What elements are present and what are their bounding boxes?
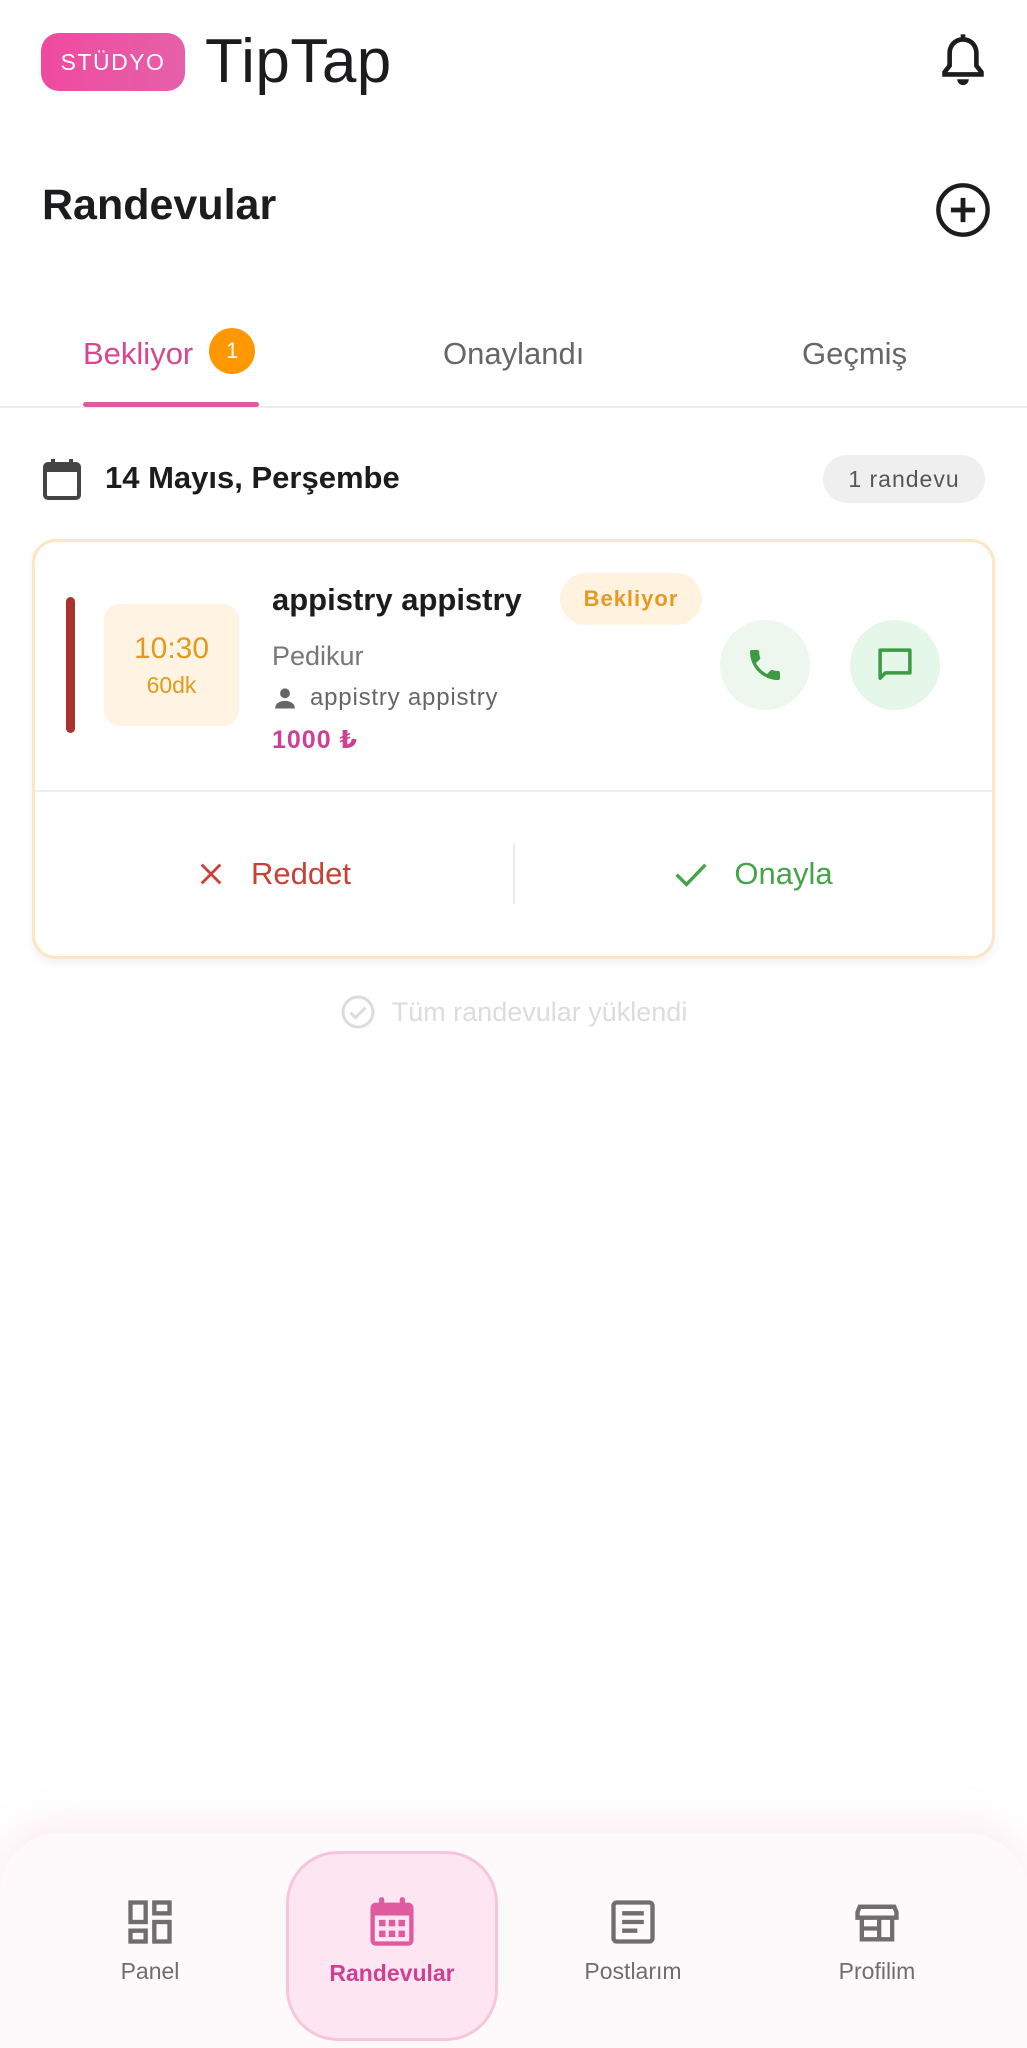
time-box: 10:30 60dk: [104, 604, 239, 726]
app-title: TipTap: [205, 27, 392, 96]
approve-label: Onayla: [734, 856, 833, 891]
tab-pending[interactable]: Bekliyor 1: [83, 300, 256, 408]
article-icon: [611, 1900, 655, 1944]
nav-label: Postlarım: [584, 1958, 682, 1984]
customer-name: appistry appistry: [272, 582, 522, 617]
appointment-card[interactable]: 10:30 60dk appistry appistry Bekliyor Pe…: [32, 539, 995, 959]
nav-item-profile[interactable]: Profilim: [817, 1833, 937, 2048]
all-loaded-note: Tüm randevular yüklendi: [0, 990, 1027, 1034]
phone-icon: [750, 650, 780, 680]
message-button[interactable]: [850, 620, 940, 710]
calendar-icon: [370, 1897, 414, 1946]
tab-label: Bekliyor: [83, 336, 194, 371]
tab-label: Geçmiş: [802, 336, 908, 371]
close-icon: [200, 863, 222, 885]
active-tab-indicator: [83, 402, 259, 407]
approve-button[interactable]: Onayla: [515, 794, 992, 954]
status-color-bar: [66, 597, 75, 733]
nav-label: Panel: [120, 1958, 180, 1984]
appointment-time: 10:30: [133, 631, 210, 665]
calendar-icon: [43, 458, 81, 500]
dashboard-icon: [128, 1900, 172, 1944]
card-divider: [35, 790, 992, 792]
status-badge: Bekliyor: [560, 573, 702, 625]
date-label: 14 Mayıs, Perşembe: [105, 460, 400, 495]
pending-count-badge: 1: [209, 328, 256, 374]
nav-item-panel[interactable]: Panel: [90, 1833, 210, 2048]
notification-bell-icon[interactable]: [935, 32, 991, 92]
add-circle-icon: [936, 183, 990, 237]
storefront-icon: [855, 1904, 899, 1942]
appointment-duration: 60dk: [146, 671, 197, 698]
page-title: Randevular: [42, 181, 277, 229]
service-name: Pedikur: [272, 641, 364, 671]
reject-button[interactable]: Reddet: [35, 794, 513, 954]
price: 1000 ₺: [272, 726, 358, 754]
date-group-header: 14 Mayıs, Perşembe 1 randevu: [0, 450, 1027, 510]
nav-label: Profilim: [838, 1958, 916, 1984]
check-icon: [675, 863, 707, 887]
studio-badge: STÜDYO: [41, 33, 185, 91]
nav-item-posts[interactable]: Postlarım: [563, 1833, 703, 2048]
nav-item-appointments[interactable]: Randevular: [296, 1833, 488, 2048]
person-icon: [271, 684, 299, 712]
staff-name: appistry appistry: [310, 684, 499, 711]
tab-approved[interactable]: Onaylandı: [443, 300, 584, 408]
reject-label: Reddet: [251, 856, 351, 891]
call-button[interactable]: [720, 620, 810, 710]
status-tabs: Bekliyor 1 Onaylandı Geçmiş: [0, 300, 1027, 408]
chat-icon: [878, 648, 912, 680]
app-header: STÜDYO TipTap: [0, 0, 1027, 130]
bottom-navigation: Panel Randevular Postlarım Profilim: [0, 1833, 1027, 2048]
tab-history[interactable]: Geçmiş: [802, 300, 907, 408]
check-circle-icon: [341, 995, 375, 1029]
nav-label: Randevular: [329, 1960, 455, 1986]
add-appointment-button[interactable]: [934, 181, 992, 239]
all-loaded-text: Tüm randevular yüklendi: [391, 996, 688, 1027]
appointment-count-badge: 1 randevu: [823, 455, 985, 503]
tab-label: Onaylandı: [443, 336, 585, 371]
